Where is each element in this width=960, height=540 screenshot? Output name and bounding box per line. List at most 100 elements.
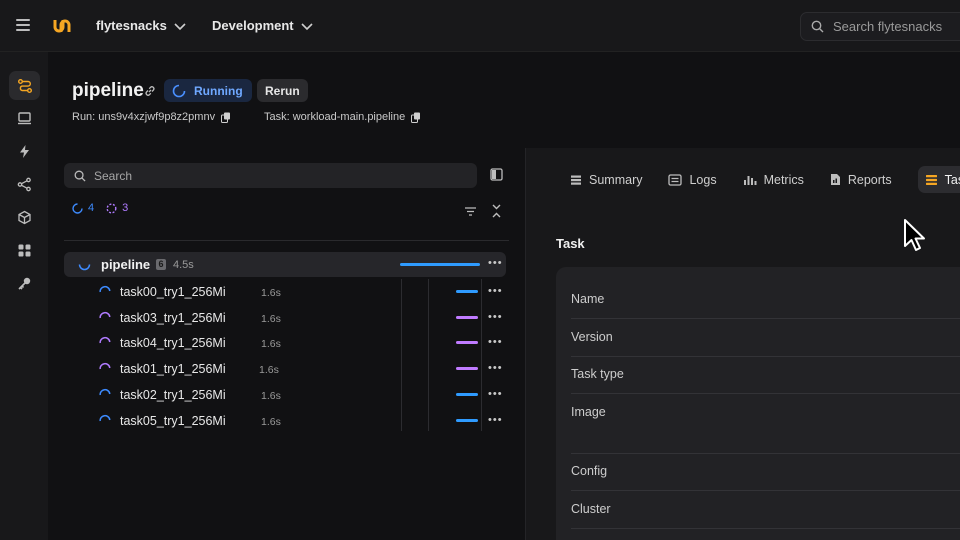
tab-task-label: Task bbox=[944, 172, 960, 187]
task-id-label: Task: workload-main.pipeline bbox=[264, 111, 406, 123]
tab-logs[interactable]: Logs bbox=[668, 166, 724, 193]
task-name: task04_try1_256Mi bbox=[120, 336, 226, 350]
field-cluster: Cluster bbox=[571, 502, 611, 516]
nav-triggers[interactable] bbox=[9, 137, 40, 166]
rerun-button[interactable]: Rerun bbox=[257, 79, 308, 102]
task-name: task02_try1_256Mi bbox=[120, 388, 226, 402]
nav-artifacts[interactable] bbox=[9, 203, 40, 232]
task-duration: 1.6s bbox=[261, 390, 281, 402]
global-search-placeholder: Search flytesnacks bbox=[833, 19, 943, 34]
timeline-bar bbox=[400, 263, 480, 266]
tree-row[interactable]: task00_try1_256Mi 1.6s ••• bbox=[64, 279, 506, 304]
runs-icon bbox=[17, 78, 32, 93]
running-spinner-icon bbox=[99, 285, 111, 293]
status-label: Running bbox=[194, 83, 243, 98]
divider bbox=[571, 318, 960, 319]
status-counts: 4 3 bbox=[72, 202, 128, 214]
more-options-icon[interactable]: ••• bbox=[488, 414, 503, 426]
timeline-bar bbox=[456, 341, 478, 344]
project-selector[interactable]: flytesnacks bbox=[96, 18, 187, 33]
domain-selector[interactable]: Development bbox=[212, 18, 314, 33]
field-version: Version bbox=[571, 330, 613, 344]
summary-icon bbox=[571, 175, 581, 185]
tree-row[interactable]: task04_try1_256Mi 1.6s ••• bbox=[64, 330, 506, 355]
tree-search-placeholder: Search bbox=[94, 168, 133, 183]
apps-icon bbox=[18, 244, 31, 257]
collapse-all-icon[interactable] bbox=[491, 203, 502, 219]
tab-summary[interactable]: Summary bbox=[570, 166, 650, 193]
divider bbox=[571, 528, 960, 529]
more-options-icon[interactable]: ••• bbox=[488, 311, 503, 323]
nav-graph[interactable] bbox=[9, 170, 40, 199]
details-panel: Summary Logs Metrics Reports Task Task N bbox=[525, 148, 960, 540]
panel-toggle-icon[interactable] bbox=[490, 168, 503, 181]
main-content: pipeline Running Rerun Run: uns9v4xzjwf9… bbox=[48, 52, 960, 540]
tab-logs-label: Logs bbox=[689, 172, 717, 187]
tree-row[interactable]: task02_try1_256Mi 1.6s ••• bbox=[64, 382, 506, 407]
logs-icon bbox=[668, 173, 683, 186]
link-icon[interactable] bbox=[143, 84, 157, 98]
chevron-down-icon bbox=[174, 22, 186, 30]
tree-row[interactable]: task05_try1_256Mi 1.6s ••• bbox=[64, 408, 506, 433]
more-options-icon[interactable]: ••• bbox=[488, 336, 503, 348]
project-name: flytesnacks bbox=[96, 18, 167, 33]
nav-runs[interactable] bbox=[9, 71, 40, 100]
menu-icon[interactable] bbox=[16, 19, 30, 31]
filter-icon[interactable] bbox=[464, 206, 477, 217]
task-name: task03_try1_256Mi bbox=[120, 311, 226, 325]
tab-summary-label: Summary bbox=[589, 172, 643, 187]
task-duration: 1.6s bbox=[261, 416, 281, 428]
bolt-icon bbox=[20, 145, 29, 158]
nav-apps[interactable] bbox=[9, 236, 40, 265]
status-badge: Running bbox=[164, 79, 252, 102]
more-options-icon[interactable]: ••• bbox=[488, 388, 503, 400]
tab-metrics-label: Metrics bbox=[763, 172, 804, 187]
task-duration: 1.6s bbox=[261, 338, 281, 350]
task-name: task05_try1_256Mi bbox=[120, 414, 226, 428]
left-nav bbox=[0, 52, 48, 540]
queued-icon bbox=[106, 202, 117, 214]
task-icon bbox=[925, 174, 937, 185]
tab-reports[interactable]: Reports bbox=[830, 166, 900, 193]
running-spinner-icon bbox=[99, 414, 111, 422]
copy-icon[interactable] bbox=[411, 112, 421, 123]
reports-icon bbox=[830, 174, 840, 185]
timeline-bar bbox=[456, 367, 478, 370]
more-options-icon[interactable]: ••• bbox=[488, 362, 503, 374]
nav-monitor[interactable] bbox=[9, 104, 40, 133]
divider bbox=[571, 393, 960, 394]
tab-metrics[interactable]: Metrics bbox=[743, 166, 812, 193]
mouse-cursor-icon bbox=[904, 219, 925, 251]
domain-name: Development bbox=[212, 18, 294, 33]
task-name: task01_try1_256Mi bbox=[120, 362, 226, 376]
divider bbox=[571, 490, 960, 491]
timeline-bar bbox=[456, 419, 478, 422]
queued-count[interactable]: 3 bbox=[106, 202, 128, 214]
field-task-type: Task type bbox=[571, 367, 624, 381]
queued-spinner-icon bbox=[99, 336, 111, 344]
running-spinner-icon bbox=[72, 202, 83, 214]
field-image: Image bbox=[571, 405, 606, 419]
queued-spinner-icon bbox=[99, 362, 111, 370]
copy-icon[interactable] bbox=[221, 112, 231, 123]
tree-row[interactable]: task03_try1_256Mi 1.6s ••• bbox=[64, 305, 506, 330]
key-icon bbox=[18, 277, 31, 290]
monitor-icon bbox=[18, 112, 31, 125]
tree-search-input[interactable]: Search bbox=[64, 163, 477, 188]
share-icon bbox=[17, 177, 31, 192]
search-icon bbox=[74, 170, 86, 182]
more-options-icon[interactable]: ••• bbox=[488, 257, 503, 269]
tab-reports-label: Reports bbox=[847, 172, 892, 187]
nav-secrets[interactable] bbox=[9, 269, 40, 298]
tab-task[interactable]: Task bbox=[917, 166, 960, 193]
field-config: Config bbox=[571, 464, 608, 478]
queued-spinner-icon bbox=[99, 311, 111, 319]
task-duration: 1.6s bbox=[261, 313, 281, 325]
global-search-input[interactable]: Search flytesnacks bbox=[800, 12, 960, 41]
running-count[interactable]: 4 bbox=[72, 202, 94, 214]
children-count-badge: 6 bbox=[156, 259, 166, 270]
flyte-logo[interactable] bbox=[51, 15, 73, 37]
tree-row[interactable]: task01_try1_256Mi 1.6s ••• bbox=[64, 356, 506, 381]
tree-root-row[interactable]: pipeline 6 4.5s ••• bbox=[64, 252, 506, 277]
more-options-icon[interactable]: ••• bbox=[488, 285, 503, 297]
